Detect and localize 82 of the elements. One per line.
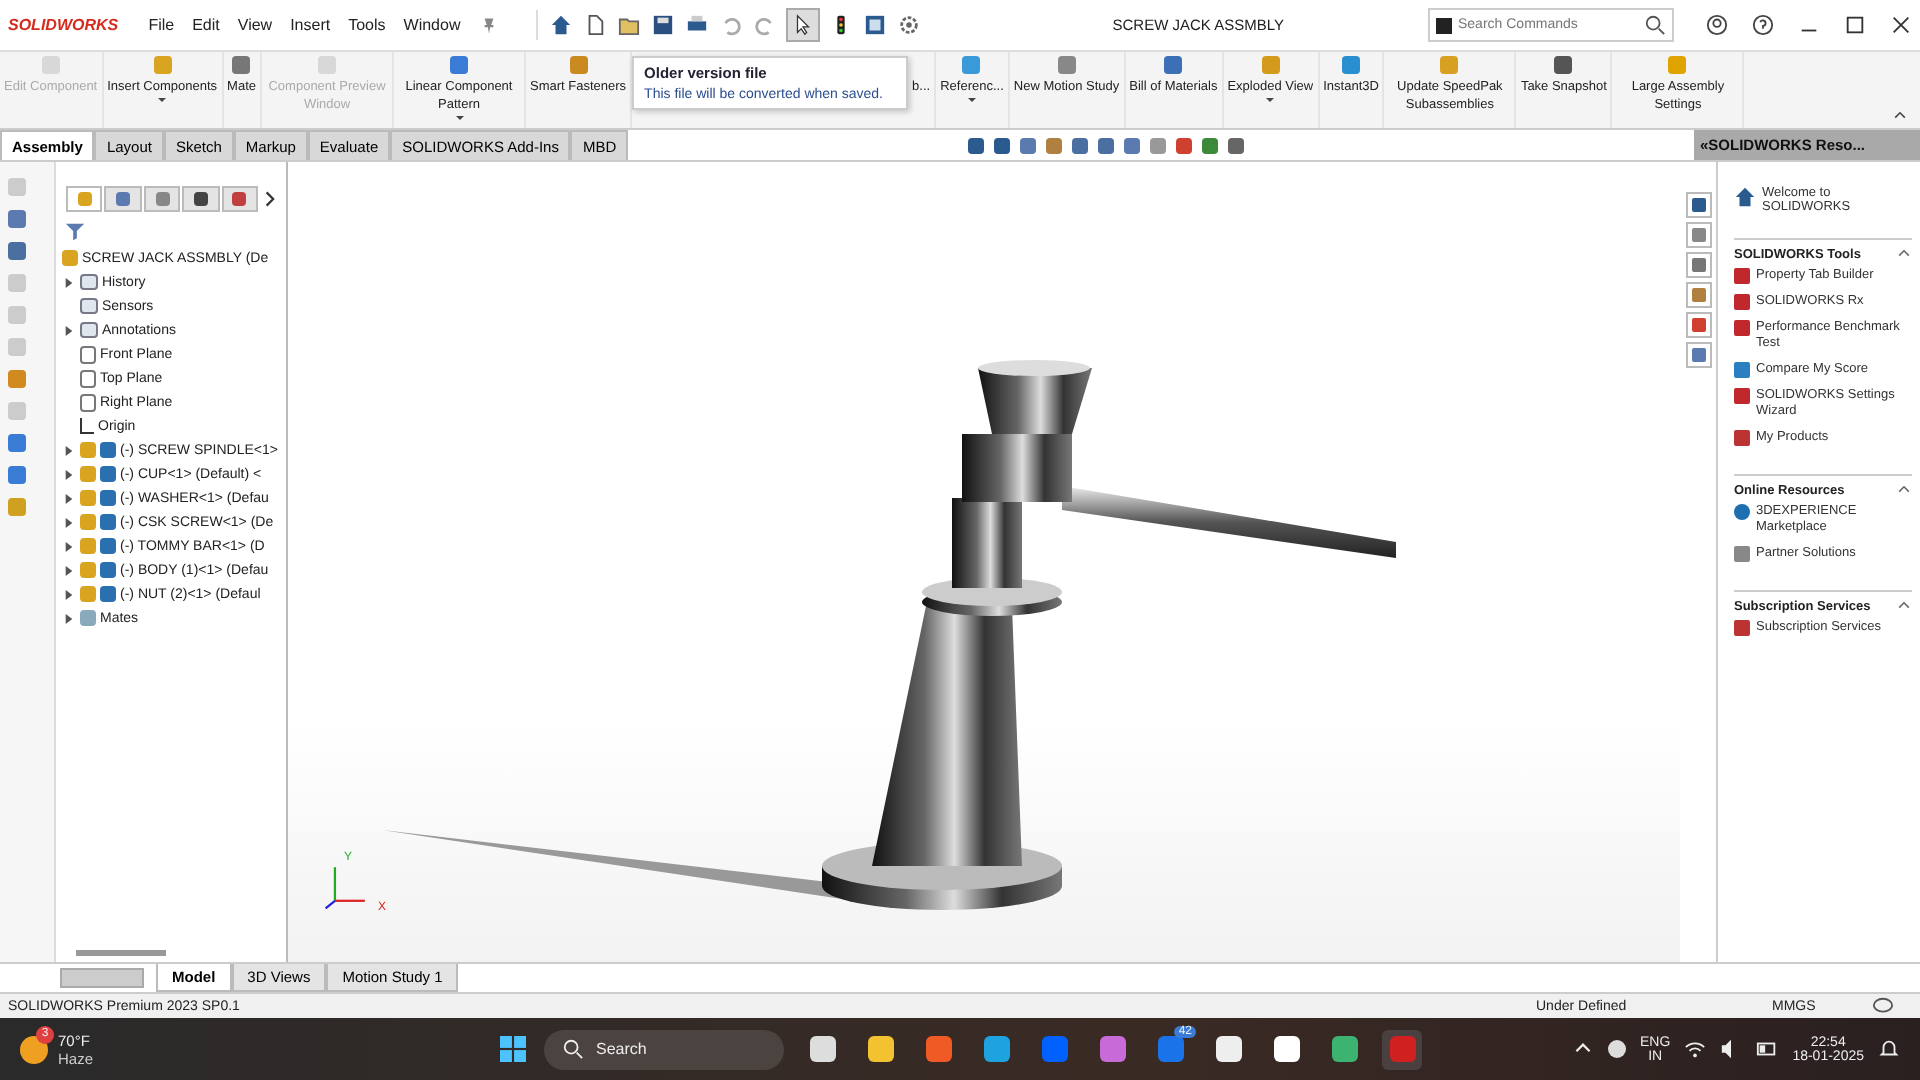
search-icon[interactable]	[1644, 14, 1666, 36]
tool-icon	[1440, 56, 1459, 74]
print-icon[interactable]	[686, 14, 709, 36]
tool-icon	[569, 56, 588, 74]
resource-icon	[1734, 620, 1750, 636]
collapse-caret-icon[interactable]	[1896, 598, 1912, 614]
tool-icon	[450, 56, 468, 74]
assembly-icon	[62, 250, 78, 266]
collapse-caret-icon[interactable]	[1896, 246, 1912, 262]
menu-item[interactable]: Insert	[290, 16, 331, 34]
tool-icon	[1261, 56, 1280, 74]
task-pane-tab[interactable]	[1685, 312, 1711, 338]
task-pane-tab[interactable]	[1685, 342, 1711, 368]
collapse-icon[interactable]	[1892, 108, 1908, 124]
home-icon[interactable]	[1734, 186, 1756, 208]
tool-icon	[962, 56, 981, 74]
save-icon[interactable]	[652, 14, 675, 36]
panel-tab[interactable]	[221, 186, 259, 212]
task-pane-tab[interactable]	[1685, 222, 1711, 248]
weather-icon[interactable]	[20, 1035, 48, 1063]
maximize-icon[interactable]	[1844, 14, 1866, 36]
collapse-caret-icon[interactable]	[1896, 482, 1912, 498]
start-icon[interactable]	[500, 1036, 526, 1062]
cursor-icon[interactable]	[788, 10, 819, 40]
caret-icon	[967, 98, 976, 106]
caret-icon	[1266, 98, 1275, 106]
tray-app-icon[interactable]	[1608, 1040, 1627, 1058]
tool-icon	[1554, 56, 1573, 74]
panel-tab[interactable]	[182, 186, 220, 212]
panel-icon[interactable]	[864, 14, 887, 36]
search-icon	[562, 1038, 584, 1060]
resource-icon	[1734, 504, 1750, 520]
menu-item[interactable]: File	[148, 16, 175, 34]
menu-item[interactable]: Window	[403, 16, 461, 34]
close-icon[interactable]	[1890, 14, 1912, 36]
tab-icon	[1691, 228, 1705, 242]
expand-arrow-icon	[62, 277, 76, 287]
expand-arrow-icon	[62, 325, 76, 335]
tool-icon	[1342, 56, 1361, 74]
resource-icon	[1734, 546, 1750, 562]
chat-icon[interactable]	[1872, 995, 1894, 1017]
tab-icon	[1691, 198, 1705, 212]
tab-icon	[1691, 258, 1705, 272]
caret-icon	[158, 98, 167, 106]
menu-item[interactable]: View	[237, 16, 273, 34]
taskbar-search-field[interactable]: Search	[544, 1029, 784, 1069]
tab-icon	[193, 192, 208, 206]
caret-icon	[455, 116, 463, 124]
home-icon[interactable]	[550, 14, 573, 36]
task-pane-tab[interactable]	[1685, 192, 1711, 218]
user-icon[interactable]	[1706, 14, 1728, 36]
settings-icon[interactable]	[898, 14, 921, 36]
folder-icon[interactable]	[618, 14, 641, 36]
app-logo: SOLIDWORKS	[8, 16, 121, 34]
tool-icon	[1057, 56, 1076, 74]
tool-icon	[41, 56, 60, 74]
bell-icon[interactable]	[1878, 1038, 1900, 1060]
tool-icon	[318, 56, 336, 74]
task-pane-tab[interactable]	[1685, 252, 1711, 278]
tab-icon	[1691, 318, 1705, 332]
tool-icon	[1164, 56, 1183, 74]
document-icon[interactable]	[584, 14, 607, 36]
wifi-icon[interactable]	[1684, 1038, 1707, 1060]
panel-tab[interactable]	[143, 186, 181, 212]
tab-icon	[155, 192, 170, 206]
help-icon[interactable]	[1752, 14, 1774, 36]
tool-icon	[1668, 56, 1687, 74]
tab-icon	[77, 192, 92, 206]
tab-icon	[1691, 348, 1705, 362]
tab-icon	[232, 192, 247, 206]
tab-icon	[1691, 288, 1705, 302]
tab-icon	[116, 192, 131, 206]
filter-icon[interactable]	[64, 220, 86, 242]
battery-icon[interactable]	[1756, 1038, 1779, 1060]
task-pane-tab[interactable]	[1685, 282, 1711, 308]
menu-item[interactable]: Edit	[192, 16, 220, 34]
resource-icon	[1734, 430, 1750, 446]
panel-tab[interactable]	[104, 186, 142, 212]
tool-icon	[153, 56, 172, 74]
terminal-icon	[1436, 17, 1452, 33]
tool-icon	[232, 56, 251, 74]
menu-item[interactable]: Tools	[348, 16, 386, 34]
